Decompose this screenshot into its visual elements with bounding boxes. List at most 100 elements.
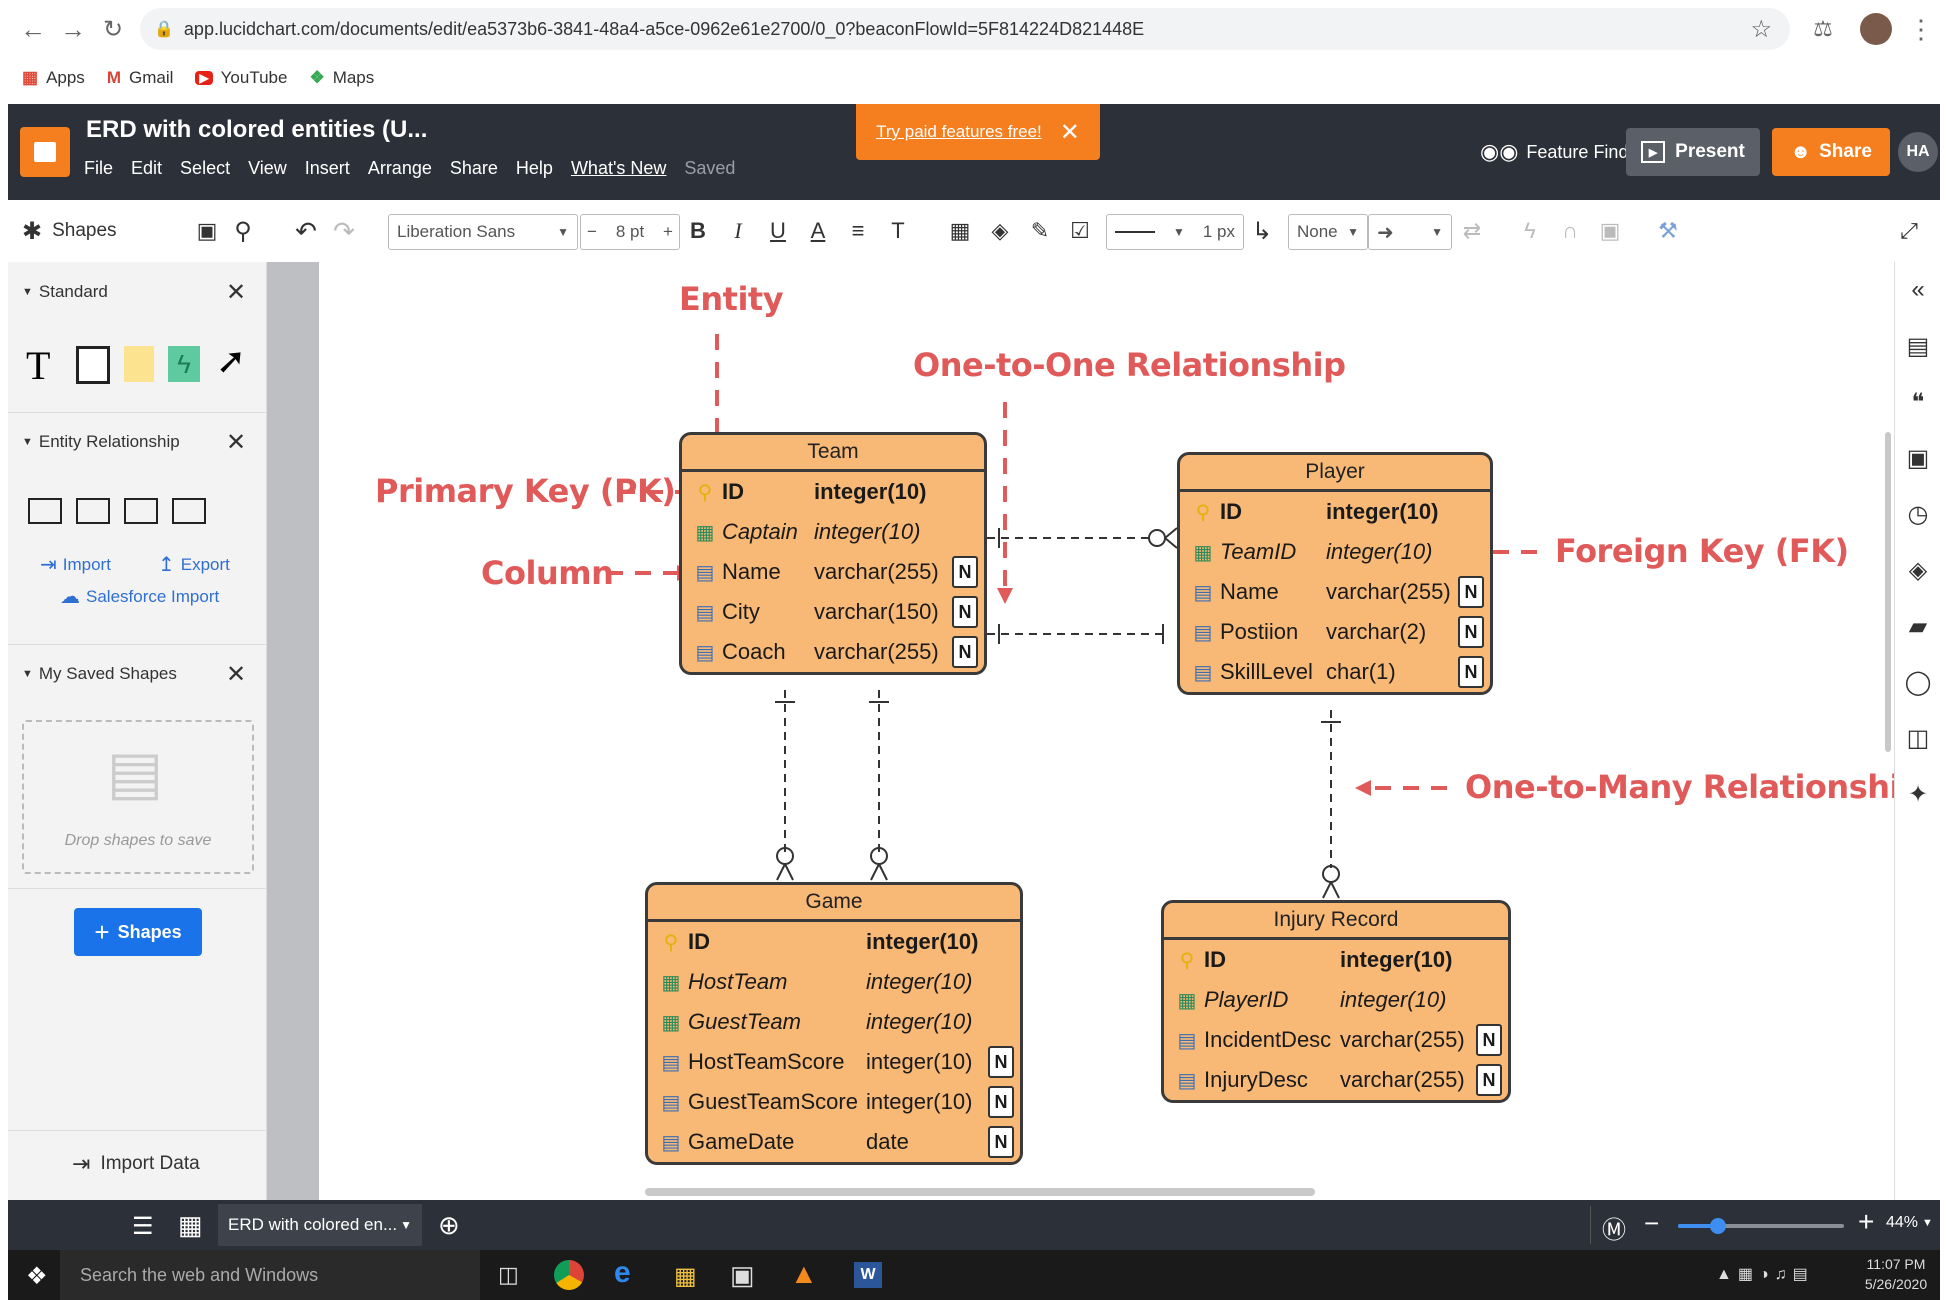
address-bar[interactable]: 🔒 app.lucidchart.com/documents/edit/ea53… [140,8,1790,50]
taskbar-search[interactable]: Search the web and Windows [60,1250,480,1300]
table-row[interactable]: ▦ Captain integer(10) [682,512,984,552]
menu-view[interactable]: View [248,158,287,179]
column-annotation[interactable]: Column [481,554,614,592]
edge-icon[interactable]: e [614,1256,631,1290]
section-standard[interactable]: ▼ Standard [22,282,108,302]
font-size-stepper[interactable]: − 8 pt + [580,214,680,250]
saved-shapes-dropzone[interactable]: ▤ Drop shapes to save [22,720,254,874]
text-color-icon[interactable]: A [804,211,832,251]
minus-icon[interactable]: − [587,222,597,242]
clock[interactable]: 11:07 PM 5/26/2020 [1858,1254,1934,1294]
reload-icon[interactable]: ↻ [96,12,130,46]
table-row[interactable]: ⚲ ID integer(10) [1164,940,1508,980]
lock-icon[interactable]: ▣ [1596,211,1624,251]
one-to-many-annotation[interactable]: One-to-Many Relationship [1465,768,1923,806]
plus-icon[interactable]: + [663,222,673,242]
share-button[interactable]: ☻ Share [1772,128,1890,176]
arrow-start-select[interactable]: None ▼ [1288,214,1368,250]
swap-icon[interactable]: ⇄ [1458,211,1486,251]
add-page-icon[interactable]: ⊕ [438,1210,460,1241]
menu-arrange[interactable]: Arrange [368,158,432,179]
presentation-icon[interactable]: ▣ [1895,430,1941,486]
feature-find-button[interactable]: ◉◉ Feature Find [1480,128,1628,176]
one-to-one-annotation[interactable]: One-to-One Relationship [913,346,1346,384]
close-icon[interactable]: ✕ [226,428,246,457]
magnet-icon[interactable]: ∩ [1556,211,1584,251]
style-icon[interactable]: ☑ [1066,211,1094,251]
table-row[interactable]: ▤ Name varchar(255) N [682,552,984,592]
navigate-icon[interactable]: Ⓜ [1602,1210,1626,1245]
back-arrow-icon[interactable]: ← [16,12,50,46]
close-icon[interactable]: ✕ [226,660,246,689]
table-row[interactable]: ▤ GameDate date N [648,1122,1020,1162]
zoom-out-icon[interactable]: − [1644,1208,1659,1239]
zoom-slider[interactable] [1678,1218,1844,1234]
document-title[interactable]: ERD with colored entities (U... [86,116,427,144]
lucid-logo[interactable] [20,127,70,177]
table-row[interactable]: ⚲ ID integer(10) [1180,492,1490,532]
zoom-level-select[interactable]: 44% ▼ [1886,1214,1933,1232]
export-link[interactable]: ↥ Export [158,552,230,577]
table-row[interactable]: ▤ HostTeamScore integer(10) N [648,1042,1020,1082]
forward-arrow-icon[interactable]: → [56,12,90,46]
menu-select[interactable]: Select [180,158,230,179]
table-row[interactable]: ▤ Name varchar(255) N [1180,572,1490,612]
present-button[interactable]: ▶ Present [1626,128,1760,176]
table-row[interactable]: ⚲ ID integer(10) [648,922,1020,962]
file-explorer-icon[interactable]: ▦ [674,1262,697,1291]
magic-wand-icon[interactable]: ✦ [1895,766,1941,822]
store-icon[interactable]: ▣ [730,1260,755,1291]
page-properties-icon[interactable]: ▤ [1895,318,1941,374]
foreign-key-annotation[interactable]: Foreign Key (FK) [1555,532,1849,570]
table-row[interactable]: ▤ Postiion varchar(2) N [1180,612,1490,652]
arrow-end-select[interactable]: ➜ ▼ [1368,214,1452,250]
import-data-button[interactable]: ⇥ Import Data [72,1151,200,1177]
align-icon[interactable]: ≡ [844,211,872,251]
table-row[interactable]: ⚲ ID integer(10) [682,472,984,512]
user-avatar[interactable]: HA [1898,132,1938,172]
entity-player[interactable]: Player ⚲ ID integer(10) ▦ TeamID integer(10)… [1177,452,1493,695]
fill-bucket-icon[interactable]: ◈ [986,211,1014,251]
table-row[interactable]: ▦ TeamID integer(10) [1180,532,1490,572]
table-row[interactable]: ▤ City varchar(150) N [682,592,984,632]
underline-icon[interactable]: U [764,211,792,251]
menu-file[interactable]: File [84,158,113,179]
search-icon[interactable]: ⚲ [228,211,258,251]
entity-shape-3-icon[interactable] [124,498,158,524]
entity-team[interactable]: Team ⚲ ID integer(10) ▦ Captain integer(10) … [679,432,987,675]
entity-shape-1-icon[interactable] [28,498,62,524]
add-shapes-button[interactable]: + Shapes [74,908,202,956]
rectangle-shape-icon[interactable] [76,346,110,384]
table-row[interactable]: ▦ GuestTeam integer(10) [648,1002,1020,1042]
task-view-icon[interactable]: ◫ [498,1262,519,1288]
font-family-select[interactable]: Liberation Sans ▼ [388,214,578,250]
chat-bubble-icon[interactable]: ◯ [1895,654,1941,710]
system-tray-icons[interactable]: ▲▦◑♫▤ [1716,1264,1814,1284]
bookmark-youtube[interactable]: ▶ YouTube [195,68,287,88]
lightning-shape-icon[interactable]: ϟ [168,346,200,382]
image-icon[interactable]: ▣ [192,211,222,251]
database-icon[interactable]: ◫ [1895,710,1941,766]
entity-annotation[interactable]: Entity [679,280,784,318]
table-row[interactable]: ▤ InjuryDesc varchar(255) N [1164,1060,1508,1100]
italic-icon[interactable]: I [724,211,752,251]
menu-edit[interactable]: Edit [131,158,162,179]
word-icon[interactable]: W [854,1262,882,1288]
undo-icon[interactable]: ↶ [290,211,322,251]
close-icon[interactable]: ✕ [226,278,246,307]
bookmark-maps[interactable]: ❖ Maps [309,68,374,88]
collapse-panel-icon[interactable]: « [1895,262,1941,318]
line-width-select[interactable]: ▼ 1 px [1106,214,1244,250]
salesforce-import-link[interactable]: ☁ Salesforce Import [60,584,219,609]
primary-key-annotation[interactable]: Primary Key (PK) [375,472,676,510]
page-list-icon[interactable]: ☰ [132,1212,154,1241]
promo-link[interactable]: Try paid features free! [876,122,1042,142]
table-row[interactable]: ▦ HostTeam integer(10) [648,962,1020,1002]
connector-icon[interactable]: ↳ [1248,211,1276,251]
text-options-icon[interactable]: T [884,211,912,251]
zoom-slider-thumb[interactable] [1710,1218,1726,1234]
page-grid-icon[interactable]: ▦ [178,1210,203,1241]
redo-icon[interactable]: ↷ [328,211,360,251]
text-shape-icon[interactable]: T [26,342,50,389]
table-row[interactable]: ▤ IncidentDesc varchar(255) N [1164,1020,1508,1060]
